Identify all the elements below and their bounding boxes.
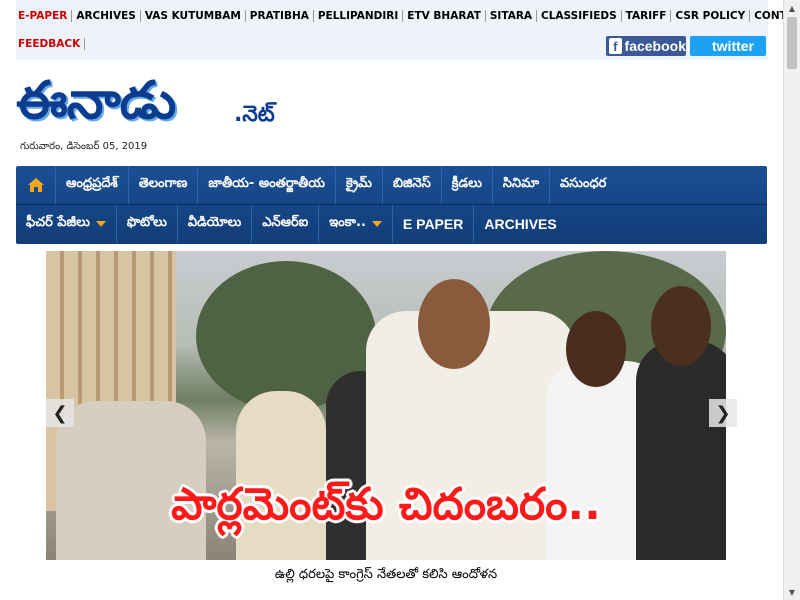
top-link-tariff[interactable]: TARIFF — [622, 10, 672, 22]
page-scrollbar[interactable]: ▲ ▼ — [783, 0, 800, 600]
scroll-down-arrow-icon[interactable]: ▼ — [784, 584, 800, 600]
nav-item-cinema[interactable]: సినిమా — [493, 166, 551, 204]
nav-item-sports[interactable]: క్రీడలు — [442, 166, 493, 204]
home-icon — [27, 178, 44, 192]
nav-item-videos[interactable]: వీడియోలు — [178, 205, 253, 243]
chevron-right-icon: ❯ — [715, 402, 731, 424]
nav-row-2: ఫీచర్ పేజీలు ఫొటోలు వీడియోలు ఎన్‌ఆర్‌ఐ ఇ… — [16, 205, 767, 243]
nav-row-1: ఆంధ్రప్రదేశ్ తెలంగాణ జాతీయ- అంతర్జాతీయ క… — [16, 166, 767, 205]
twitter-button[interactable]: ✦ twitter — [690, 36, 766, 56]
main-navigation: ఆంధ్రప్రదేశ్ తెలంగాణ జాతీయ- అంతర్జాతీయ క… — [16, 166, 767, 244]
slide-headline[interactable]: పార్లమెంట్‌కు చిదంబరం.. — [46, 479, 726, 541]
top-link-contact[interactable]: CONTACT — [750, 10, 783, 22]
nav-home[interactable] — [16, 166, 56, 204]
chevron-left-icon: ❮ — [52, 402, 68, 424]
top-link-csr-policy[interactable]: CSR POLICY — [671, 10, 751, 22]
feedback-link[interactable]: FEEDBACK — [18, 38, 86, 50]
nav-item-andhra-pradesh[interactable]: ఆంధ్రప్రదేశ్ — [56, 166, 129, 204]
top-bar: E-PAPER ARCHIVES VAS KUTUMBAM PRATIBHA P… — [16, 0, 783, 60]
top-link-pellipandiri[interactable]: PELLIPANDIRI — [314, 10, 404, 22]
nav-item-feature-pages-label: ఫీచర్ పేజీలు — [26, 215, 90, 230]
facebook-button[interactable]: f facebook — [606, 36, 686, 56]
nav-item-more[interactable]: ఇంకా.. — [319, 205, 393, 243]
slider-next-button[interactable]: ❯ — [709, 399, 737, 427]
nav-item-nri[interactable]: ఎన్‌ఆర్‌ఐ — [252, 205, 320, 243]
scroll-up-arrow-icon[interactable]: ▲ — [784, 0, 800, 16]
top-link-sitara[interactable]: SITARA — [486, 10, 538, 22]
featured-slider[interactable]: పార్లమెంట్‌కు చిదంబరం.. — [46, 251, 726, 560]
current-date: గురువారం, డిసెంబర్ 05, 2019 — [20, 141, 148, 152]
nav-item-archives[interactable]: ARCHIVES — [474, 205, 566, 243]
chevron-down-icon — [371, 221, 382, 227]
top-link-vas-kutumbam[interactable]: VAS KUTUMBAM — [141, 10, 246, 22]
twitter-bird-icon: ✦ — [694, 38, 708, 55]
top-links: E-PAPER ARCHIVES VAS KUTUMBAM PRATIBHA P… — [18, 9, 783, 23]
nav-item-telangana[interactable]: తెలంగాణ — [129, 166, 199, 204]
page: E-PAPER ARCHIVES VAS KUTUMBAM PRATIBHA P… — [0, 0, 783, 600]
slide-caption[interactable]: ఉల్లి ధరలపై కాంగ్రెస్ నేతలతో కలిసి ఆందోళ… — [46, 567, 726, 585]
top-link-pratibha[interactable]: PRATIBHA — [246, 10, 314, 22]
site-logo[interactable]: ఈనాడు .నెట్ — [16, 66, 296, 136]
facebook-icon: f — [609, 38, 622, 54]
top-link-archives[interactable]: ARCHIVES — [72, 10, 141, 22]
nav-item-crime[interactable]: క్రైమ్ — [336, 166, 383, 204]
logo-text: ఈనాడు — [16, 71, 176, 131]
nav-item-more-label: ఇంకా.. — [329, 215, 366, 230]
nav-item-national-international[interactable]: జాతీయ- అంతర్జాతీయ — [198, 166, 336, 204]
nav-item-epaper[interactable]: E PAPER — [393, 205, 475, 243]
logo-suffix: .నెట్ — [234, 102, 275, 127]
chevron-down-icon — [95, 221, 106, 227]
top-link-classifieds[interactable]: CLASSIFIEDS — [537, 10, 622, 22]
twitter-label: twitter — [712, 38, 754, 54]
top-link-epaper[interactable]: E-PAPER — [18, 10, 73, 22]
nav-item-feature-pages[interactable]: ఫీచర్ పేజీలు — [16, 205, 117, 243]
slider-prev-button[interactable]: ❮ — [46, 399, 74, 427]
nav-item-business[interactable]: బిజినెస్ — [383, 166, 442, 204]
facebook-label: facebook — [624, 38, 686, 54]
scrollbar-thumb[interactable] — [787, 17, 797, 69]
top-link-etv-bharat[interactable]: ETV BHARAT — [403, 10, 486, 22]
nav-item-photos[interactable]: ఫొటోలు — [117, 205, 178, 243]
nav-item-vasundhara[interactable]: వసుంధర — [550, 166, 616, 204]
